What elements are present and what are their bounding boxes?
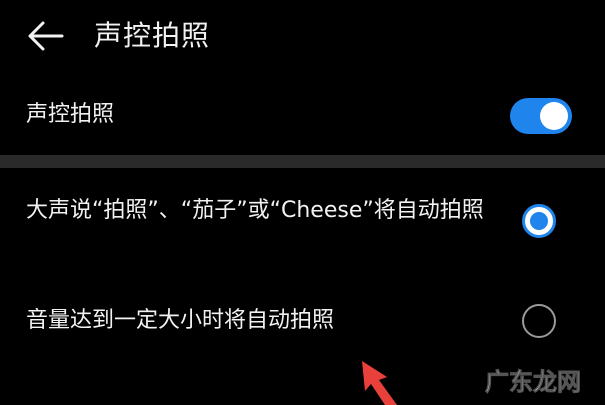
app-header: 声控拍照: [0, 0, 605, 78]
option-label: 音量达到一定大小时将自动拍照: [26, 308, 335, 333]
back-button[interactable]: [22, 16, 70, 56]
voice-shutter-switch[interactable]: [510, 98, 572, 134]
svg-text:广东龙网: 广东龙网: [485, 368, 581, 396]
radio-selected[interactable]: [522, 204, 556, 238]
page-title: 声控拍照: [94, 19, 211, 52]
toggle-label: 声控拍照: [26, 102, 115, 127]
watermark-logo: 广东龙网: [485, 368, 582, 397]
red-arrow-icon: [362, 361, 397, 405]
radio-dot: [530, 212, 548, 230]
option-say-keyword[interactable]: 大声说“拍照”、“茄子”或“Cheese”将自动拍照: [0, 184, 605, 274]
back-arrow-icon: [28, 21, 64, 51]
switch-knob: [540, 102, 568, 130]
radio-unselected[interactable]: [522, 304, 556, 338]
voice-shutter-toggle-row[interactable]: 声控拍照: [0, 84, 605, 150]
option-volume-trigger[interactable]: 音量达到一定大小时将自动拍照: [0, 290, 605, 356]
option-label: 大声说“拍照”、“茄子”或“Cheese”将自动拍照: [26, 198, 484, 223]
section-divider: [0, 155, 605, 168]
